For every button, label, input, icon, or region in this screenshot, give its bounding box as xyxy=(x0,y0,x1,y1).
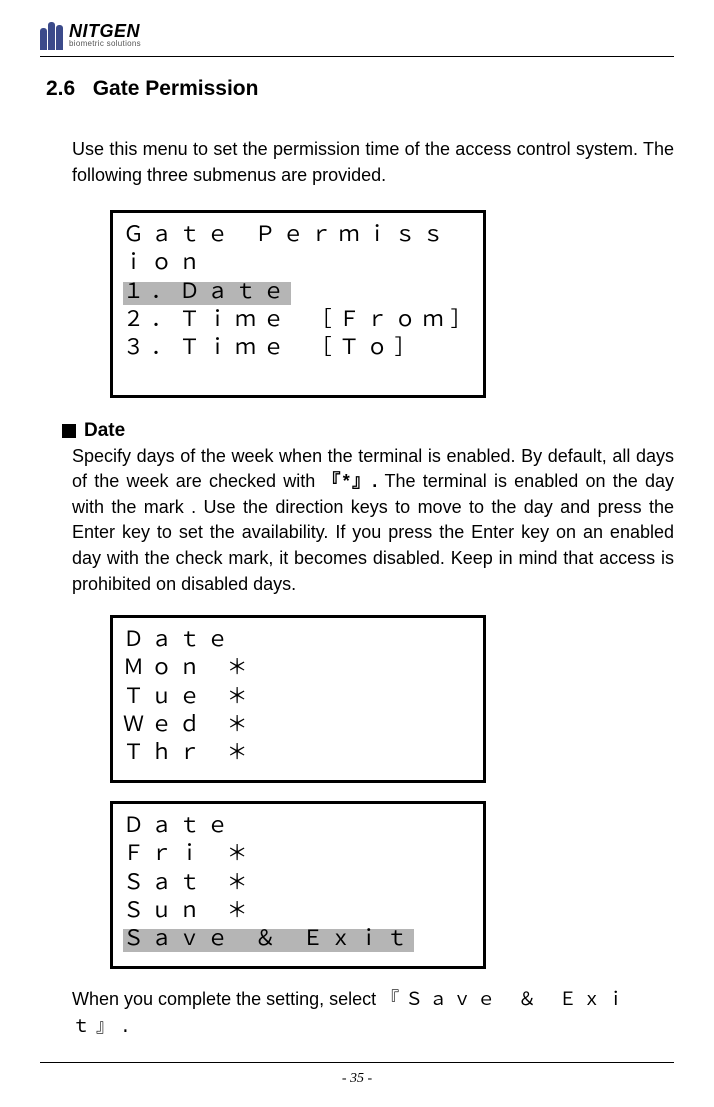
lcd-line: Ｓａｖｅ ＆ Ｅｘｉｔ xyxy=(123,927,475,955)
lcd-line: Ｇａｔｅ Ｐｅｒｍｉｓｓｉｏｎ xyxy=(123,223,475,280)
brand-name: NITGEN xyxy=(69,22,141,40)
page-number: - 35 - xyxy=(342,1071,372,1086)
lcd-line: Ｆｒｉ ＊ xyxy=(123,842,475,870)
closing-a: When you complete the setting, select xyxy=(72,989,381,1009)
subhead-text: Date xyxy=(84,420,125,442)
lcd-line: Ｗｅｄ ＊ xyxy=(123,713,475,741)
section-title: Gate Permission xyxy=(93,77,259,100)
footer-rule xyxy=(40,1062,674,1063)
lcd-highlight: １．Ｄａｔｅ xyxy=(123,282,291,305)
section-heading: 2.6 Gate Permission xyxy=(46,77,674,101)
header-rule xyxy=(40,56,674,57)
lcd-screen-menu: Ｇａｔｅ Ｐｅｒｍｉｓｓｉｏｎ １．Ｄａｔｅ ２．Ｔｉｍｅ ［Ｆｒｏｍ］ ３．Ｔ… xyxy=(110,210,486,398)
lcd-line: Ｓａｔ ＊ xyxy=(123,871,475,899)
lcd-line: Ｍｏｎ ＊ xyxy=(123,656,475,684)
lcd-line: Ｄａｔｅ xyxy=(123,814,475,842)
lcd-line: Ｄａｔｅ xyxy=(123,628,475,656)
logo-icon xyxy=(40,20,63,50)
date-subheading: Date xyxy=(62,420,674,442)
closing-text: When you complete the setting, select 『Ｓ… xyxy=(72,987,674,1042)
lcd-line: ２．Ｔｉｍｅ ［Ｆｒｏｍ］ xyxy=(123,308,475,336)
date-paragraph: Specify days of the week when the termin… xyxy=(72,444,674,597)
star-mark: 『*』. xyxy=(323,471,378,491)
brand-tagline: biometric solutions xyxy=(69,40,141,48)
brand-text: NITGEN biometric solutions xyxy=(69,22,141,48)
square-bullet-icon xyxy=(62,424,76,438)
lcd-line: １．Ｄａｔｅ xyxy=(123,280,475,308)
section-number: 2.6 xyxy=(46,77,75,100)
footer: - 35 - xyxy=(0,1062,714,1087)
intro-text: Use this menu to set the permission time… xyxy=(72,137,674,188)
lcd-line: ３．Ｔｉｍｅ ［Ｔｏ］ xyxy=(123,336,475,364)
lcd-screen-date2: Ｄａｔｅ Ｆｒｉ ＊ Ｓａｔ ＊ Ｓｕｎ ＊ Ｓａｖｅ ＆ Ｅｘｉｔ xyxy=(110,801,486,969)
brand-header: NITGEN biometric solutions xyxy=(40,20,674,50)
lcd-screen-date1: Ｄａｔｅ Ｍｏｎ ＊ Ｔｕｅ ＊ Ｗｅｄ ＊ Ｔｈｒ ＊ xyxy=(110,615,486,783)
lcd-line: Ｓｕｎ ＊ xyxy=(123,899,475,927)
lcd-highlight: Ｓａｖｅ ＆ Ｅｘｉｔ xyxy=(123,929,414,952)
lcd-line: Ｔｕｅ ＊ xyxy=(123,685,475,713)
lcd-line: Ｔｈｒ ＊ xyxy=(123,741,475,769)
